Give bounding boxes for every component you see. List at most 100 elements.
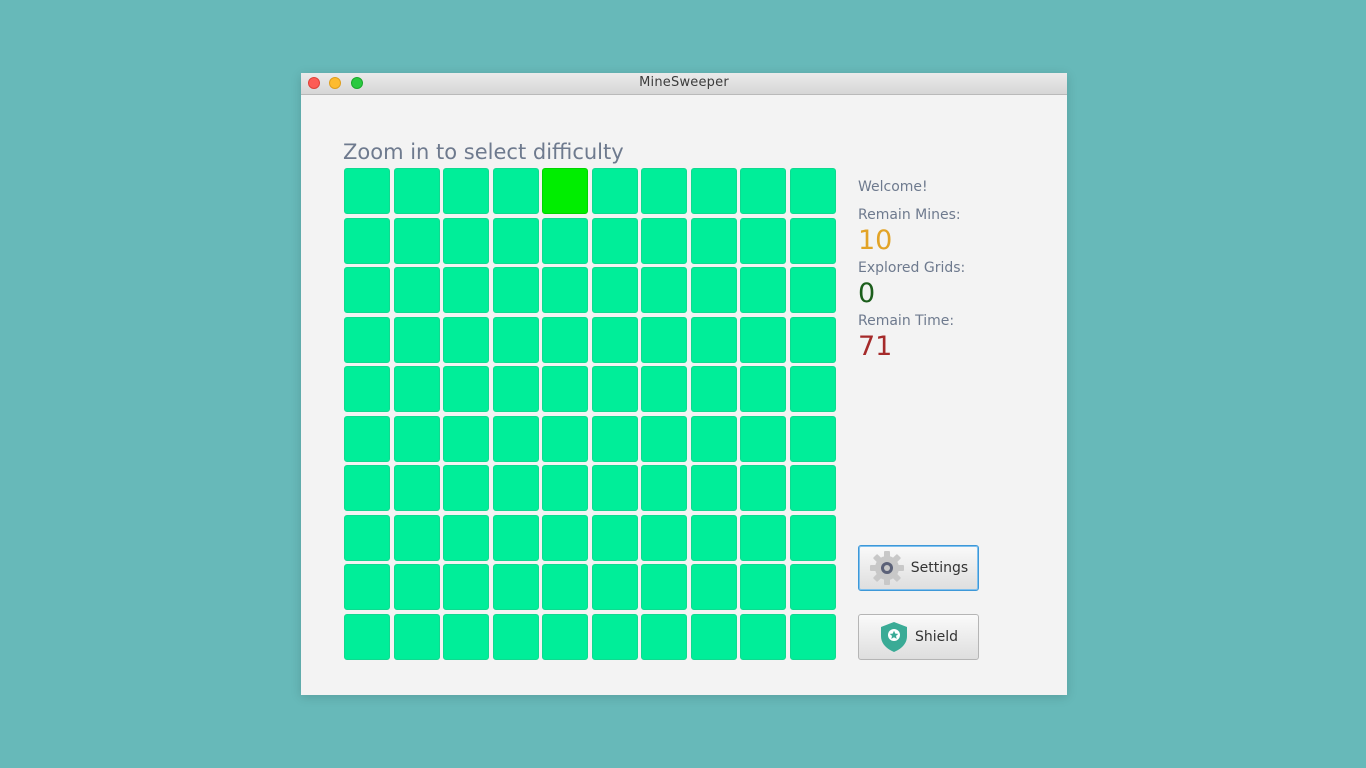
grid-cell[interactable] <box>591 514 638 561</box>
grid-cell[interactable] <box>344 168 390 214</box>
grid-cell[interactable] <box>393 514 440 561</box>
grid-cell[interactable] <box>443 316 489 363</box>
grid-cell[interactable] <box>591 415 638 462</box>
grid-cell[interactable] <box>591 316 638 363</box>
grid-cell[interactable] <box>393 217 440 264</box>
grid-cell[interactable] <box>641 514 687 561</box>
grid-cell[interactable] <box>443 514 489 561</box>
grid-cell[interactable] <box>542 613 588 660</box>
grid-cell[interactable] <box>542 267 588 313</box>
grid-cell[interactable] <box>443 613 489 660</box>
grid-cell[interactable] <box>542 316 588 363</box>
title-bar[interactable]: MineSweeper <box>301 73 1067 95</box>
grid-cell[interactable] <box>492 267 539 313</box>
grid-cell[interactable] <box>542 366 588 412</box>
grid-cell[interactable] <box>740 168 786 214</box>
grid-cell[interactable] <box>740 613 786 660</box>
grid-cell[interactable] <box>344 514 390 561</box>
grid-cell[interactable] <box>443 366 489 412</box>
grid-cell[interactable] <box>443 217 489 264</box>
grid-cell[interactable] <box>591 217 638 264</box>
grid-cell[interactable] <box>690 267 737 313</box>
grid-cell[interactable] <box>789 415 836 462</box>
grid-cell[interactable] <box>789 168 836 214</box>
grid-cell[interactable] <box>740 316 786 363</box>
grid-cell[interactable] <box>393 267 440 313</box>
settings-button[interactable]: Settings <box>858 545 979 591</box>
grid-cell[interactable] <box>393 415 440 462</box>
grid-cell[interactable] <box>789 613 836 660</box>
grid-cell[interactable] <box>690 366 737 412</box>
grid-cell[interactable] <box>690 564 737 610</box>
grid-cell[interactable] <box>443 267 489 313</box>
grid-cell[interactable] <box>492 316 539 363</box>
grid-cell[interactable] <box>542 415 588 462</box>
grid-cell[interactable] <box>740 514 786 561</box>
grid-cell[interactable] <box>344 415 390 462</box>
grid-cell[interactable] <box>641 465 687 511</box>
grid-cell[interactable] <box>492 366 539 412</box>
grid-cell[interactable] <box>690 168 737 214</box>
grid-cell[interactable] <box>591 267 638 313</box>
grid-cell[interactable] <box>740 465 786 511</box>
grid-cell[interactable] <box>344 613 390 660</box>
grid-cell[interactable] <box>641 217 687 264</box>
grid-cell[interactable] <box>443 168 489 214</box>
grid-cell[interactable] <box>344 366 390 412</box>
grid-cell[interactable] <box>542 168 588 214</box>
grid-cell[interactable] <box>542 465 588 511</box>
grid-cell[interactable] <box>344 564 390 610</box>
grid-cell[interactable] <box>740 564 786 610</box>
grid-cell[interactable] <box>492 168 539 214</box>
grid-cell[interactable] <box>641 316 687 363</box>
grid-cell[interactable] <box>344 267 390 313</box>
grid-cell[interactable] <box>542 514 588 561</box>
shield-button[interactable]: Shield <box>858 614 979 660</box>
grid-cell[interactable] <box>393 366 440 412</box>
grid-cell[interactable] <box>443 564 489 610</box>
grid-cell[interactable] <box>393 168 440 214</box>
grid-cell[interactable] <box>641 564 687 610</box>
grid-cell[interactable] <box>740 415 786 462</box>
grid-cell[interactable] <box>789 267 836 313</box>
grid-cell[interactable] <box>443 465 489 511</box>
grid-cell[interactable] <box>641 366 687 412</box>
grid-cell[interactable] <box>641 267 687 313</box>
grid-cell[interactable] <box>789 465 836 511</box>
grid-cell[interactable] <box>789 316 836 363</box>
grid-cell[interactable] <box>591 366 638 412</box>
grid-cell[interactable] <box>443 415 489 462</box>
grid-cell[interactable] <box>740 267 786 313</box>
grid-cell[interactable] <box>492 564 539 610</box>
grid-cell[interactable] <box>542 217 588 264</box>
grid-cell[interactable] <box>591 564 638 610</box>
grid-cell[interactable] <box>393 613 440 660</box>
grid-cell[interactable] <box>492 613 539 660</box>
grid-cell[interactable] <box>789 366 836 412</box>
grid-cell[interactable] <box>542 564 588 610</box>
grid-cell[interactable] <box>492 465 539 511</box>
grid-cell[interactable] <box>740 366 786 412</box>
grid-cell[interactable] <box>690 613 737 660</box>
grid-cell[interactable] <box>690 465 737 511</box>
grid-cell[interactable] <box>690 514 737 561</box>
grid-cell[interactable] <box>641 415 687 462</box>
grid-cell[interactable] <box>344 217 390 264</box>
grid-cell[interactable] <box>690 217 737 264</box>
grid-cell[interactable] <box>393 465 440 511</box>
grid-cell[interactable] <box>690 316 737 363</box>
grid-cell[interactable] <box>492 415 539 462</box>
grid-cell[interactable] <box>393 564 440 610</box>
grid-cell[interactable] <box>393 316 440 363</box>
grid-cell[interactable] <box>344 316 390 363</box>
grid-cell[interactable] <box>591 613 638 660</box>
grid-cell[interactable] <box>344 465 390 511</box>
grid-cell[interactable] <box>740 217 786 264</box>
grid-cell[interactable] <box>492 514 539 561</box>
grid-cell[interactable] <box>789 514 836 561</box>
grid-cell[interactable] <box>641 613 687 660</box>
grid-cell[interactable] <box>492 217 539 264</box>
grid-cell[interactable] <box>789 564 836 610</box>
grid-cell[interactable] <box>690 415 737 462</box>
grid-cell[interactable] <box>641 168 687 214</box>
